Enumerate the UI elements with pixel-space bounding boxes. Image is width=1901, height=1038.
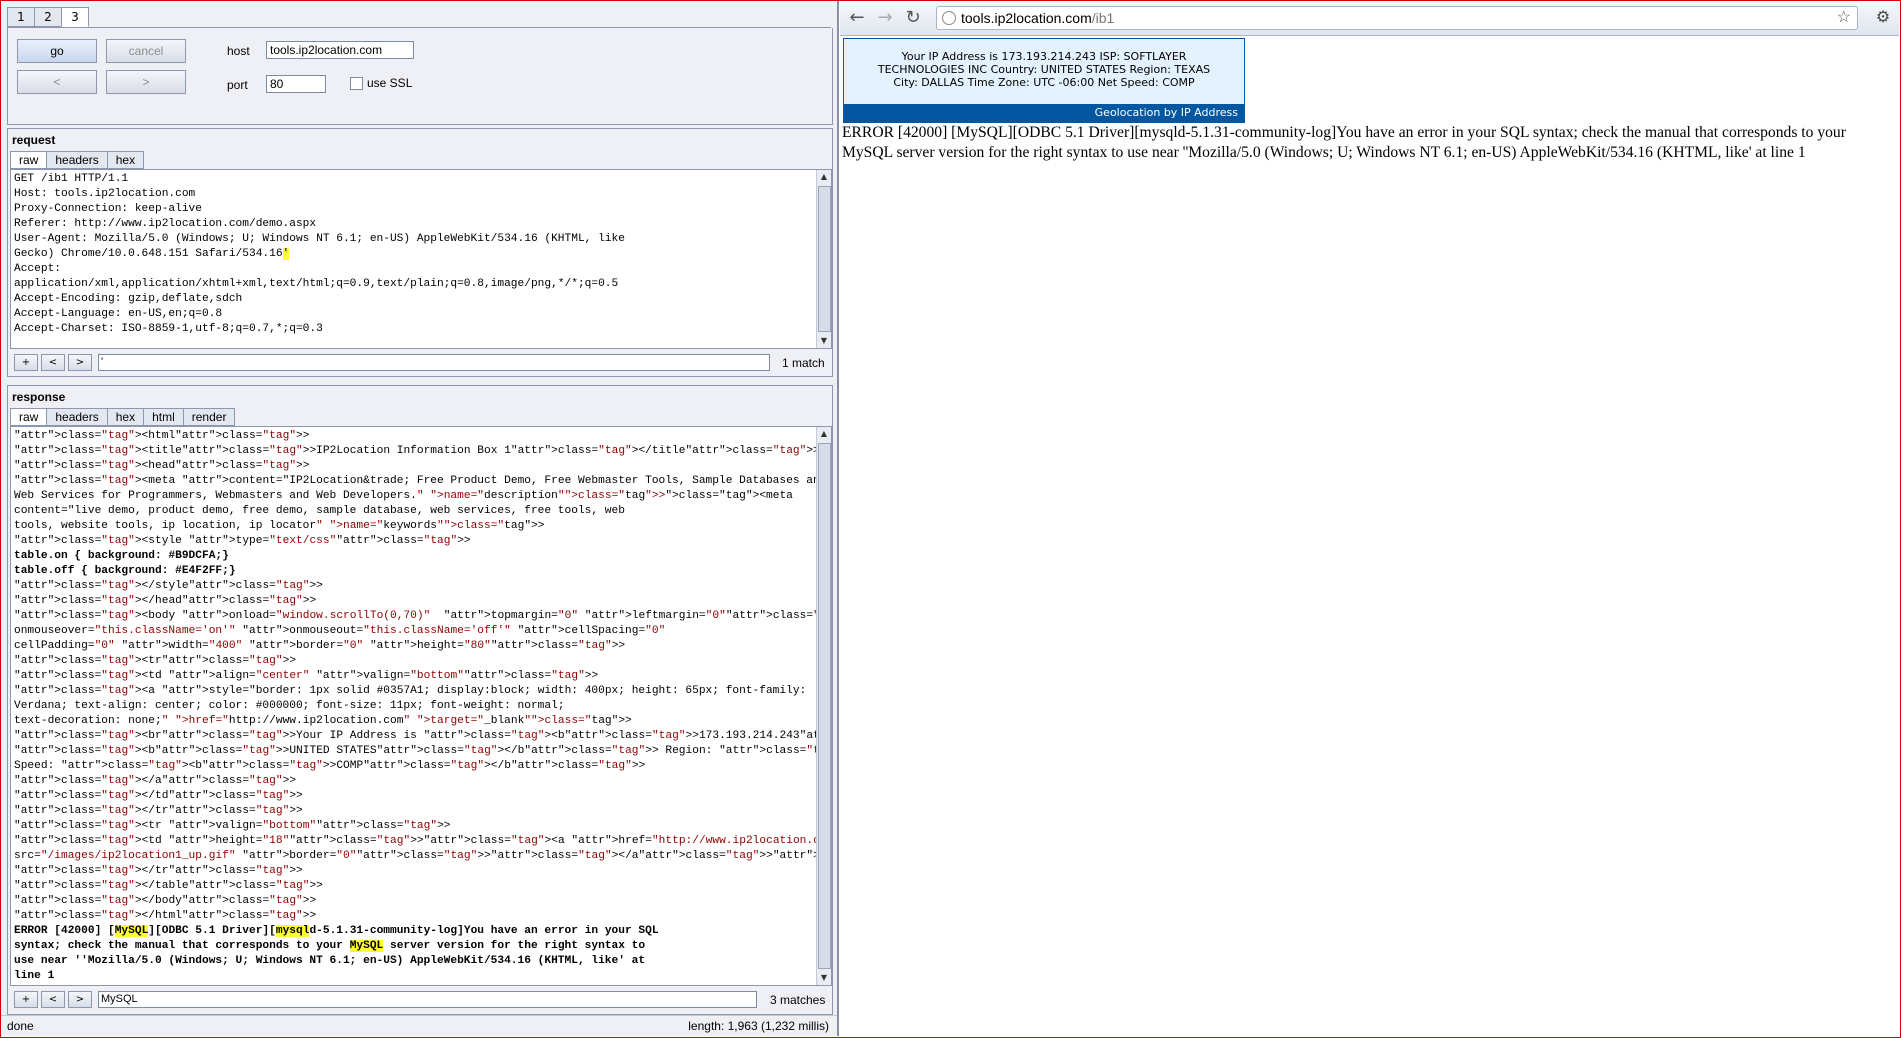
response-tab-hex[interactable]: hex	[106, 408, 145, 426]
address-url: tools.ip2location.com/ib1	[961, 10, 1115, 26]
status-text: done	[7, 1019, 34, 1033]
back-arrow-icon[interactable]: ←	[846, 7, 868, 29]
back-button[interactable]: <	[17, 70, 97, 94]
scroll-thumb[interactable]	[818, 443, 831, 969]
request-search-prev-button[interactable]: <	[41, 354, 65, 371]
response-tab-headers[interactable]: headers	[46, 408, 108, 426]
go-button[interactable]: go	[17, 39, 97, 63]
response-search-add-button[interactable]: +	[14, 991, 38, 1008]
response-editor[interactable]: "attr">class="tag"><html"attr">class="ta…	[10, 426, 832, 986]
use-ssl-checkbox[interactable]	[350, 77, 363, 90]
request-text: GET /ib1 HTTP/1.1 Host: tools.ip2locatio…	[14, 173, 625, 335]
response-search-row: + < > MySQL 3 matches	[10, 989, 830, 1009]
request-editor[interactable]: GET /ib1 HTTP/1.1 Host: tools.ip2locatio…	[10, 169, 832, 349]
response-scrollbar[interactable]: ▲ ▼	[816, 427, 831, 985]
ip-info-box[interactable]: Your IP Address is 173.193.214.243 ISP: …	[843, 38, 1245, 123]
address-bar[interactable]: tools.ip2location.com/ib1 ☆	[936, 6, 1858, 30]
scroll-up-icon[interactable]: ▲	[817, 427, 831, 441]
request-scrollbar[interactable]: ▲ ▼	[816, 170, 831, 348]
host-label: host	[227, 44, 250, 58]
use-ssl-label: use SSL	[367, 76, 413, 90]
repeater-tab-2[interactable]: 2	[34, 7, 62, 27]
response-match-count: 3 matches	[770, 993, 826, 1007]
reload-icon[interactable]: ↻	[902, 7, 924, 29]
request-controls: go cancel < > host tools.ip2location.com…	[7, 28, 833, 125]
geolocation-link[interactable]: Geolocation by IP Address	[844, 104, 1244, 122]
request-match-count: 1 match	[782, 356, 825, 370]
status-bar: done length: 1,963 (1,232 millis)	[1, 1015, 837, 1036]
response-text: "attr">class="tag"><html"attr">class="ta…	[14, 430, 832, 982]
search-highlight: '	[282, 248, 290, 260]
response-title: response	[12, 390, 66, 404]
scroll-down-icon[interactable]: ▼	[817, 334, 831, 348]
request-search-next-button[interactable]: >	[68, 354, 92, 371]
bookmark-star-icon[interactable]: ☆	[1837, 7, 1851, 29]
response-tabs: raw headers hex html render	[10, 408, 236, 426]
host-input[interactable]: tools.ip2location.com	[266, 41, 414, 59]
scroll-down-icon[interactable]: ▼	[817, 971, 831, 985]
repeater-tab-1[interactable]: 1	[7, 7, 35, 27]
response-search-input[interactable]: MySQL	[98, 991, 757, 1008]
response-length: length: 1,963 (1,232 millis)	[688, 1019, 829, 1033]
port-input[interactable]: 80	[266, 75, 326, 93]
forward-button[interactable]: >	[106, 70, 186, 94]
response-search-prev-button[interactable]: <	[41, 991, 65, 1008]
response-panel: response raw headers hex html render "attr">…	[7, 385, 833, 1015]
cancel-button[interactable]: cancel	[106, 39, 186, 63]
request-search-add-button[interactable]: +	[14, 354, 38, 371]
request-tab-raw[interactable]: raw	[10, 151, 48, 169]
port-label: port	[227, 78, 248, 92]
wrench-menu-icon[interactable]: ⚙	[1873, 7, 1893, 27]
request-tab-headers[interactable]: headers	[46, 151, 108, 169]
repeater-tab-3[interactable]: 3	[61, 7, 89, 27]
browser-pane: ← → ↻ tools.ip2location.com/ib1 ☆ ⚙ Your…	[840, 1, 1899, 1036]
repeater-pane: 123 go cancel < > host tools.ip2location…	[1, 1, 839, 1036]
page-globe-icon	[942, 11, 956, 25]
ip-info-text: Your IP Address is 173.193.214.243 ISP: …	[877, 50, 1211, 89]
response-tab-html[interactable]: html	[143, 408, 184, 426]
request-search-row: + < > ' 1 match	[10, 352, 830, 372]
browser-toolbar: ← → ↻ tools.ip2location.com/ib1 ☆ ⚙	[840, 1, 1899, 36]
forward-arrow-icon[interactable]: →	[874, 7, 896, 29]
request-panel: request raw headers hex GET /ib1 HTTP/1.1 …	[7, 128, 833, 377]
repeater-tabs: 123	[7, 7, 89, 27]
sql-error-message: ERROR [42000] [MySQL][ODBC 5.1 Driver][m…	[842, 124, 1846, 161]
request-tab-hex[interactable]: hex	[106, 151, 145, 169]
response-search-next-button[interactable]: >	[68, 991, 92, 1008]
scroll-thumb[interactable]	[818, 186, 831, 332]
request-tabs: raw headers hex	[10, 151, 145, 169]
response-tab-render[interactable]: render	[182, 408, 236, 426]
scroll-up-icon[interactable]: ▲	[817, 170, 831, 184]
request-title: request	[12, 133, 56, 147]
request-search-input[interactable]: '	[98, 354, 770, 371]
response-tab-raw[interactable]: raw	[10, 408, 48, 426]
